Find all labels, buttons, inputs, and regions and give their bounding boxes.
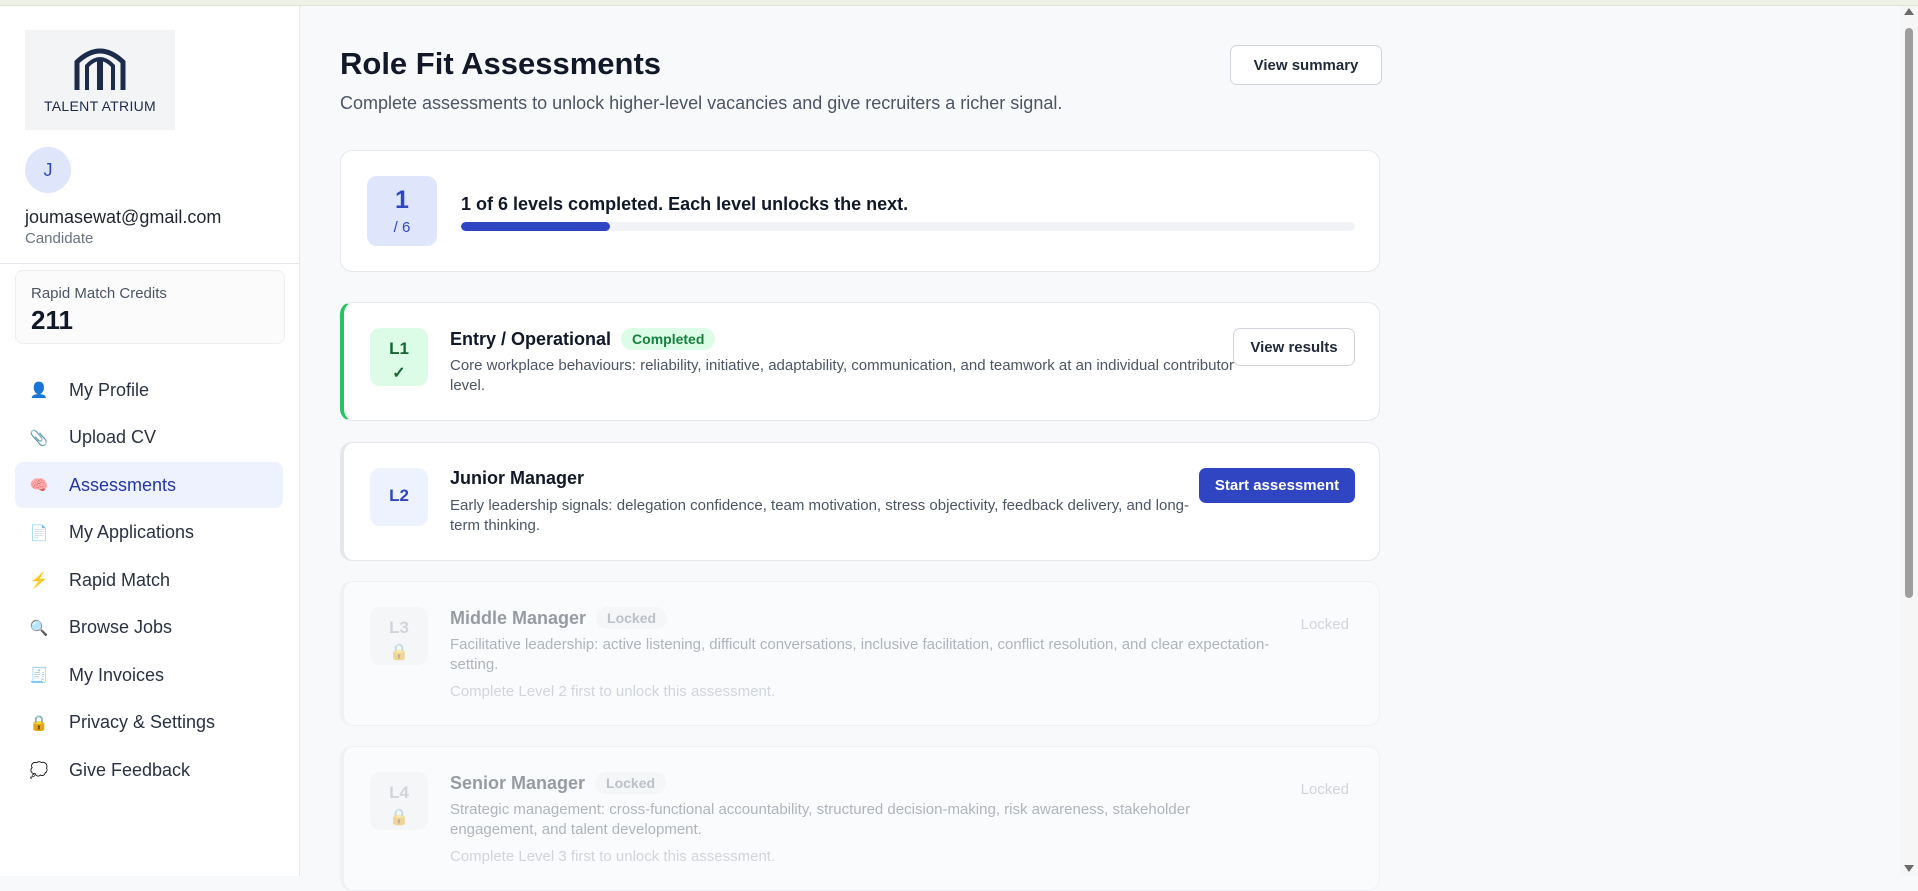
progress-badge: 1 / 6 <box>367 176 437 246</box>
padlock-icon: 🔒 <box>389 644 409 661</box>
columns-logo-icon <box>74 48 126 90</box>
level-description: Facilitative leadership: active listenin… <box>450 636 1270 673</box>
level-description: Strategic management: cross-functional a… <box>450 801 1191 838</box>
sidebar-item-my-invoices[interactable]: 🧾 My Invoices <box>15 652 283 698</box>
brand-logo[interactable]: TALENT ATRIUM <box>25 30 175 130</box>
paperclip-icon: 📎 <box>29 429 49 447</box>
level-badge: L4 🔒 <box>370 772 428 830</box>
sidebar-item-my-profile[interactable]: 👤 My Profile <box>15 367 283 413</box>
level-badge: L1 ✓ <box>370 328 428 386</box>
sidebar-divider <box>0 263 299 264</box>
sidebar-item-upload-cv[interactable]: 📎 Upload CV <box>15 415 283 461</box>
scrollbar-thumb[interactable] <box>1905 28 1913 598</box>
scroll-down-arrow-icon[interactable] <box>1904 865 1914 872</box>
sidebar-item-privacy-settings[interactable]: 🔒 Privacy & Settings <box>15 700 283 746</box>
progress-count: 1 <box>395 186 409 214</box>
receipt-icon: 🧾 <box>29 667 49 684</box>
user-email: joumasewat@gmail.com <box>25 207 222 227</box>
level-code: L2 <box>389 486 409 505</box>
level-card-l4: L4 🔒 Senior Manager Locked Strategic man… <box>340 746 1380 891</box>
unlock-hint: Complete Level 2 first to unlock this as… <box>450 683 776 700</box>
checkmark-icon: ✓ <box>392 365 406 382</box>
status-badge: Completed <box>621 328 716 350</box>
level-name: Middle Manager <box>450 607 587 628</box>
sidebar-item-label: Privacy & Settings <box>69 712 216 732</box>
sidebar-item-label: My Profile <box>69 379 150 400</box>
level-name: Entry / Operational <box>450 328 612 349</box>
page-subtitle: Complete assessments to unlock higher-le… <box>340 93 1063 113</box>
credits-value: 211 <box>31 305 73 335</box>
level-title: Junior Manager <box>450 468 584 489</box>
lightning-icon: ⚡ <box>29 572 49 589</box>
sidebar-item-browse-jobs[interactable]: 🔍 Browse Jobs <box>15 605 283 651</box>
sidebar-item-label: My Invoices <box>69 664 165 685</box>
sidebar-item-my-applications[interactable]: 📄 My Applications <box>15 510 283 556</box>
locked-label: Locked <box>1300 616 1349 633</box>
level-code: L1 <box>389 339 409 358</box>
level-card-l2: L2 Junior Manager Early leadership signa… <box>340 442 1380 561</box>
page-scrollbar[interactable] <box>1900 6 1918 876</box>
progress-total: / 6 <box>393 219 411 236</box>
sidebar-item-label: Rapid Match <box>69 569 171 590</box>
level-badge: L2 <box>370 468 428 526</box>
progress-text: 1 of 6 levels completed. Each level unlo… <box>461 194 909 214</box>
sidebar-item-label: Upload CV <box>69 427 157 447</box>
sidebar-item-assessments[interactable]: 🧠 Assessments <box>15 462 283 508</box>
level-card-l3: L3 🔒 Middle Manager Locked Facilitative … <box>340 581 1380 726</box>
progress-card: 1 / 6 1 of 6 levels completed. Each leve… <box>340 150 1380 272</box>
lock-icon: 🔒 <box>29 714 49 732</box>
sidebar-nav: 👤 My Profile 📎 Upload CV 🧠 Assessments 📄… <box>15 367 283 795</box>
brain-icon: 🧠 <box>29 477 49 494</box>
sidebar-item-label: My Applications <box>69 522 195 542</box>
level-description: Early leadership signals: delegation con… <box>450 497 1190 534</box>
padlock-icon: 🔒 <box>389 809 409 826</box>
level-badge: L3 🔒 <box>370 607 428 665</box>
start-assessment-button[interactable]: Start assessment <box>1199 468 1355 503</box>
locked-label: Locked <box>1300 781 1349 798</box>
magnifier-icon: 🔍 <box>29 619 49 637</box>
person-icon: 👤 <box>29 382 49 399</box>
unlock-hint: Complete Level 3 first to unlock this as… <box>450 848 776 865</box>
brand-name: TALENT ATRIUM <box>43 98 157 114</box>
level-title: Senior Manager Locked <box>450 772 667 794</box>
level-card-l1: L1 ✓ Entry / Operational Completed Core … <box>340 302 1380 421</box>
avatar[interactable]: J <box>25 147 71 193</box>
sidebar-item-label: Browse Jobs <box>69 617 173 637</box>
sidebar-item-rapid-match[interactable]: ⚡ Rapid Match <box>15 557 283 603</box>
speech-bubble-icon: 💭 <box>29 762 49 779</box>
level-name: Junior Manager <box>450 468 585 488</box>
user-role: Candidate <box>25 230 94 247</box>
level-description: Core workplace behaviours: reliability, … <box>450 357 1234 394</box>
progress-bar-fill <box>461 222 611 231</box>
document-icon: 📄 <box>29 524 49 542</box>
level-title: Entry / Operational Completed <box>450 328 716 350</box>
progress-bar <box>461 222 1355 231</box>
sidebar-item-give-feedback[interactable]: 💭 Give Feedback <box>15 747 283 793</box>
view-summary-button[interactable]: View summary <box>1230 45 1382 85</box>
page-title: Role Fit Assessments <box>340 46 662 81</box>
level-code: L4 <box>389 783 409 802</box>
sidebar-item-label: Give Feedback <box>69 759 191 780</box>
scroll-up-arrow-icon[interactable] <box>1904 8 1914 15</box>
credits-label: Rapid Match Credits <box>31 285 167 302</box>
credits-card: Rapid Match Credits 211 <box>15 270 285 344</box>
view-results-button[interactable]: View results <box>1233 328 1355 366</box>
sidebar-item-label: Assessments <box>69 474 177 495</box>
status-badge: Locked <box>595 772 667 794</box>
level-name: Senior Manager <box>450 772 586 793</box>
status-badge: Locked <box>596 607 668 629</box>
level-title: Middle Manager Locked <box>450 607 668 629</box>
level-code: L3 <box>389 618 409 637</box>
